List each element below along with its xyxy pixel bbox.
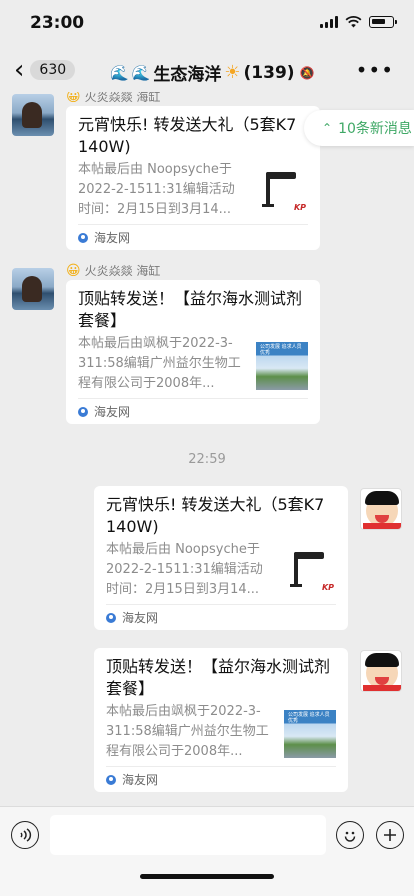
- card-title: 元宵快乐! 转发送大礼（5套K7 140W): [78, 115, 297, 156]
- smiley-icon: 😀: [66, 262, 81, 279]
- card-description: 本帖最后由飒枫于2022-3-311:58编辑广州益尔生物工程有限公司于2008…: [78, 336, 241, 391]
- card-thumbnail: KP: [284, 548, 336, 596]
- card-source: 海友网: [78, 398, 308, 424]
- voice-icon[interactable]: [11, 821, 39, 849]
- double-chevron-up-icon: ⌃: [322, 121, 333, 135]
- thumbnail-logo: KP: [321, 583, 334, 592]
- source-icon: [106, 774, 116, 785]
- input-bar: [0, 806, 414, 896]
- source-label: 海友网: [122, 773, 159, 787]
- card-thumbnail: 公司发展 追求人员优秀: [284, 710, 336, 758]
- source-icon: [78, 232, 88, 243]
- message-input[interactable]: [50, 815, 326, 855]
- unread-count-badge: 630: [30, 60, 76, 80]
- wave-icon: 🌊: [131, 63, 151, 82]
- battery-icon: [369, 16, 397, 28]
- source-label: 海友网: [94, 405, 131, 419]
- thumbnail-text: 公司发展 追求人员优秀: [260, 344, 302, 356]
- group-name: 生态海洋: [153, 65, 222, 85]
- new-messages-label: 10条新消息: [338, 121, 412, 137]
- card-title: 元宵快乐! 转发送大礼（5套K7 140W): [106, 495, 325, 536]
- member-count: (139): [243, 62, 295, 83]
- more-icon[interactable]: •••: [356, 58, 394, 82]
- message-list[interactable]: 😀 火炎焱燚 海缸 元宵快乐! 转发送大礼（5套K7 140W) 本帖最后由 N…: [0, 92, 414, 806]
- avatar[interactable]: [12, 268, 54, 310]
- plus-icon[interactable]: [376, 821, 404, 849]
- signal-icon: [320, 16, 338, 28]
- sender-name: 😀 火炎焱燚 海缸: [66, 92, 160, 105]
- smiley-icon: 😀: [66, 92, 81, 105]
- wave-icon: 🌊: [110, 63, 129, 82]
- sun-icon: ☀: [224, 62, 241, 83]
- source-label: 海友网: [94, 231, 131, 245]
- card-description: 本帖最后由 Noopsyche于2022-2-1511:31编辑活动时间：2月1…: [78, 162, 235, 217]
- avatar[interactable]: [360, 488, 402, 530]
- card-thumbnail: KP: [256, 168, 308, 216]
- source-icon: [78, 406, 88, 417]
- message-timestamp: 22:59: [188, 452, 226, 467]
- card-description: 本帖最后由 Noopsyche于2022-2-1511:31编辑活动时间：2月1…: [106, 542, 263, 597]
- thumbnail-text: 公司发展 追求人员优秀: [288, 712, 330, 724]
- link-card[interactable]: 元宵快乐! 转发送大礼（5套K7 140W) 本帖最后由 Noopsyche于2…: [66, 106, 320, 250]
- wifi-icon: [345, 16, 362, 28]
- status-bar: 23:00: [0, 0, 414, 48]
- avatar[interactable]: [12, 94, 54, 136]
- emoji-icon[interactable]: [336, 821, 364, 849]
- chat-header: ‹ 630 🌊 🌊 生态海洋 ☀ (139) 🔕 •••: [0, 48, 414, 92]
- avatar[interactable]: [360, 650, 402, 692]
- card-title: 顶贴转发送！【益尔海水测试剂套餐】: [106, 657, 331, 698]
- link-card[interactable]: 顶贴转发送！【益尔海水测试剂套餐】 本帖最后由飒枫于2022-3-311:58编…: [66, 280, 320, 424]
- link-card[interactable]: 元宵快乐! 转发送大礼（5套K7 140W) 本帖最后由 Noopsyche于2…: [94, 486, 348, 630]
- sender-name: 😀 火炎焱燚 海缸: [66, 262, 161, 279]
- mute-icon: 🔕: [299, 65, 315, 80]
- thumbnail-logo: KP: [293, 203, 306, 212]
- link-card[interactable]: 顶贴转发送！【益尔海水测试剂套餐】 本帖最后由飒枫于2022-3-311:58编…: [94, 648, 348, 792]
- new-messages-button[interactable]: ⌃ 10条新消息: [304, 110, 414, 146]
- card-description: 本帖最后由飒枫于2022-3-311:58编辑广州益尔生物工程有限公司于2008…: [106, 704, 269, 759]
- status-time: 23:00: [30, 13, 85, 33]
- card-source: 海友网: [106, 604, 336, 630]
- card-source: 海友网: [106, 766, 336, 792]
- source-label: 海友网: [122, 611, 159, 625]
- home-indicator[interactable]: [140, 874, 274, 879]
- card-title: 顶贴转发送！【益尔海水测试剂套餐】: [78, 289, 303, 330]
- chat-title[interactable]: 🌊 🌊 生态海洋 ☀ (139) 🔕: [110, 60, 315, 85]
- card-thumbnail: 公司发展 追求人员优秀: [256, 342, 308, 390]
- status-icons: [320, 16, 397, 28]
- chevron-left-icon: ‹: [14, 55, 25, 85]
- back-button[interactable]: ‹ 630: [14, 55, 76, 85]
- source-icon: [106, 612, 116, 623]
- card-source: 海友网: [78, 224, 308, 250]
